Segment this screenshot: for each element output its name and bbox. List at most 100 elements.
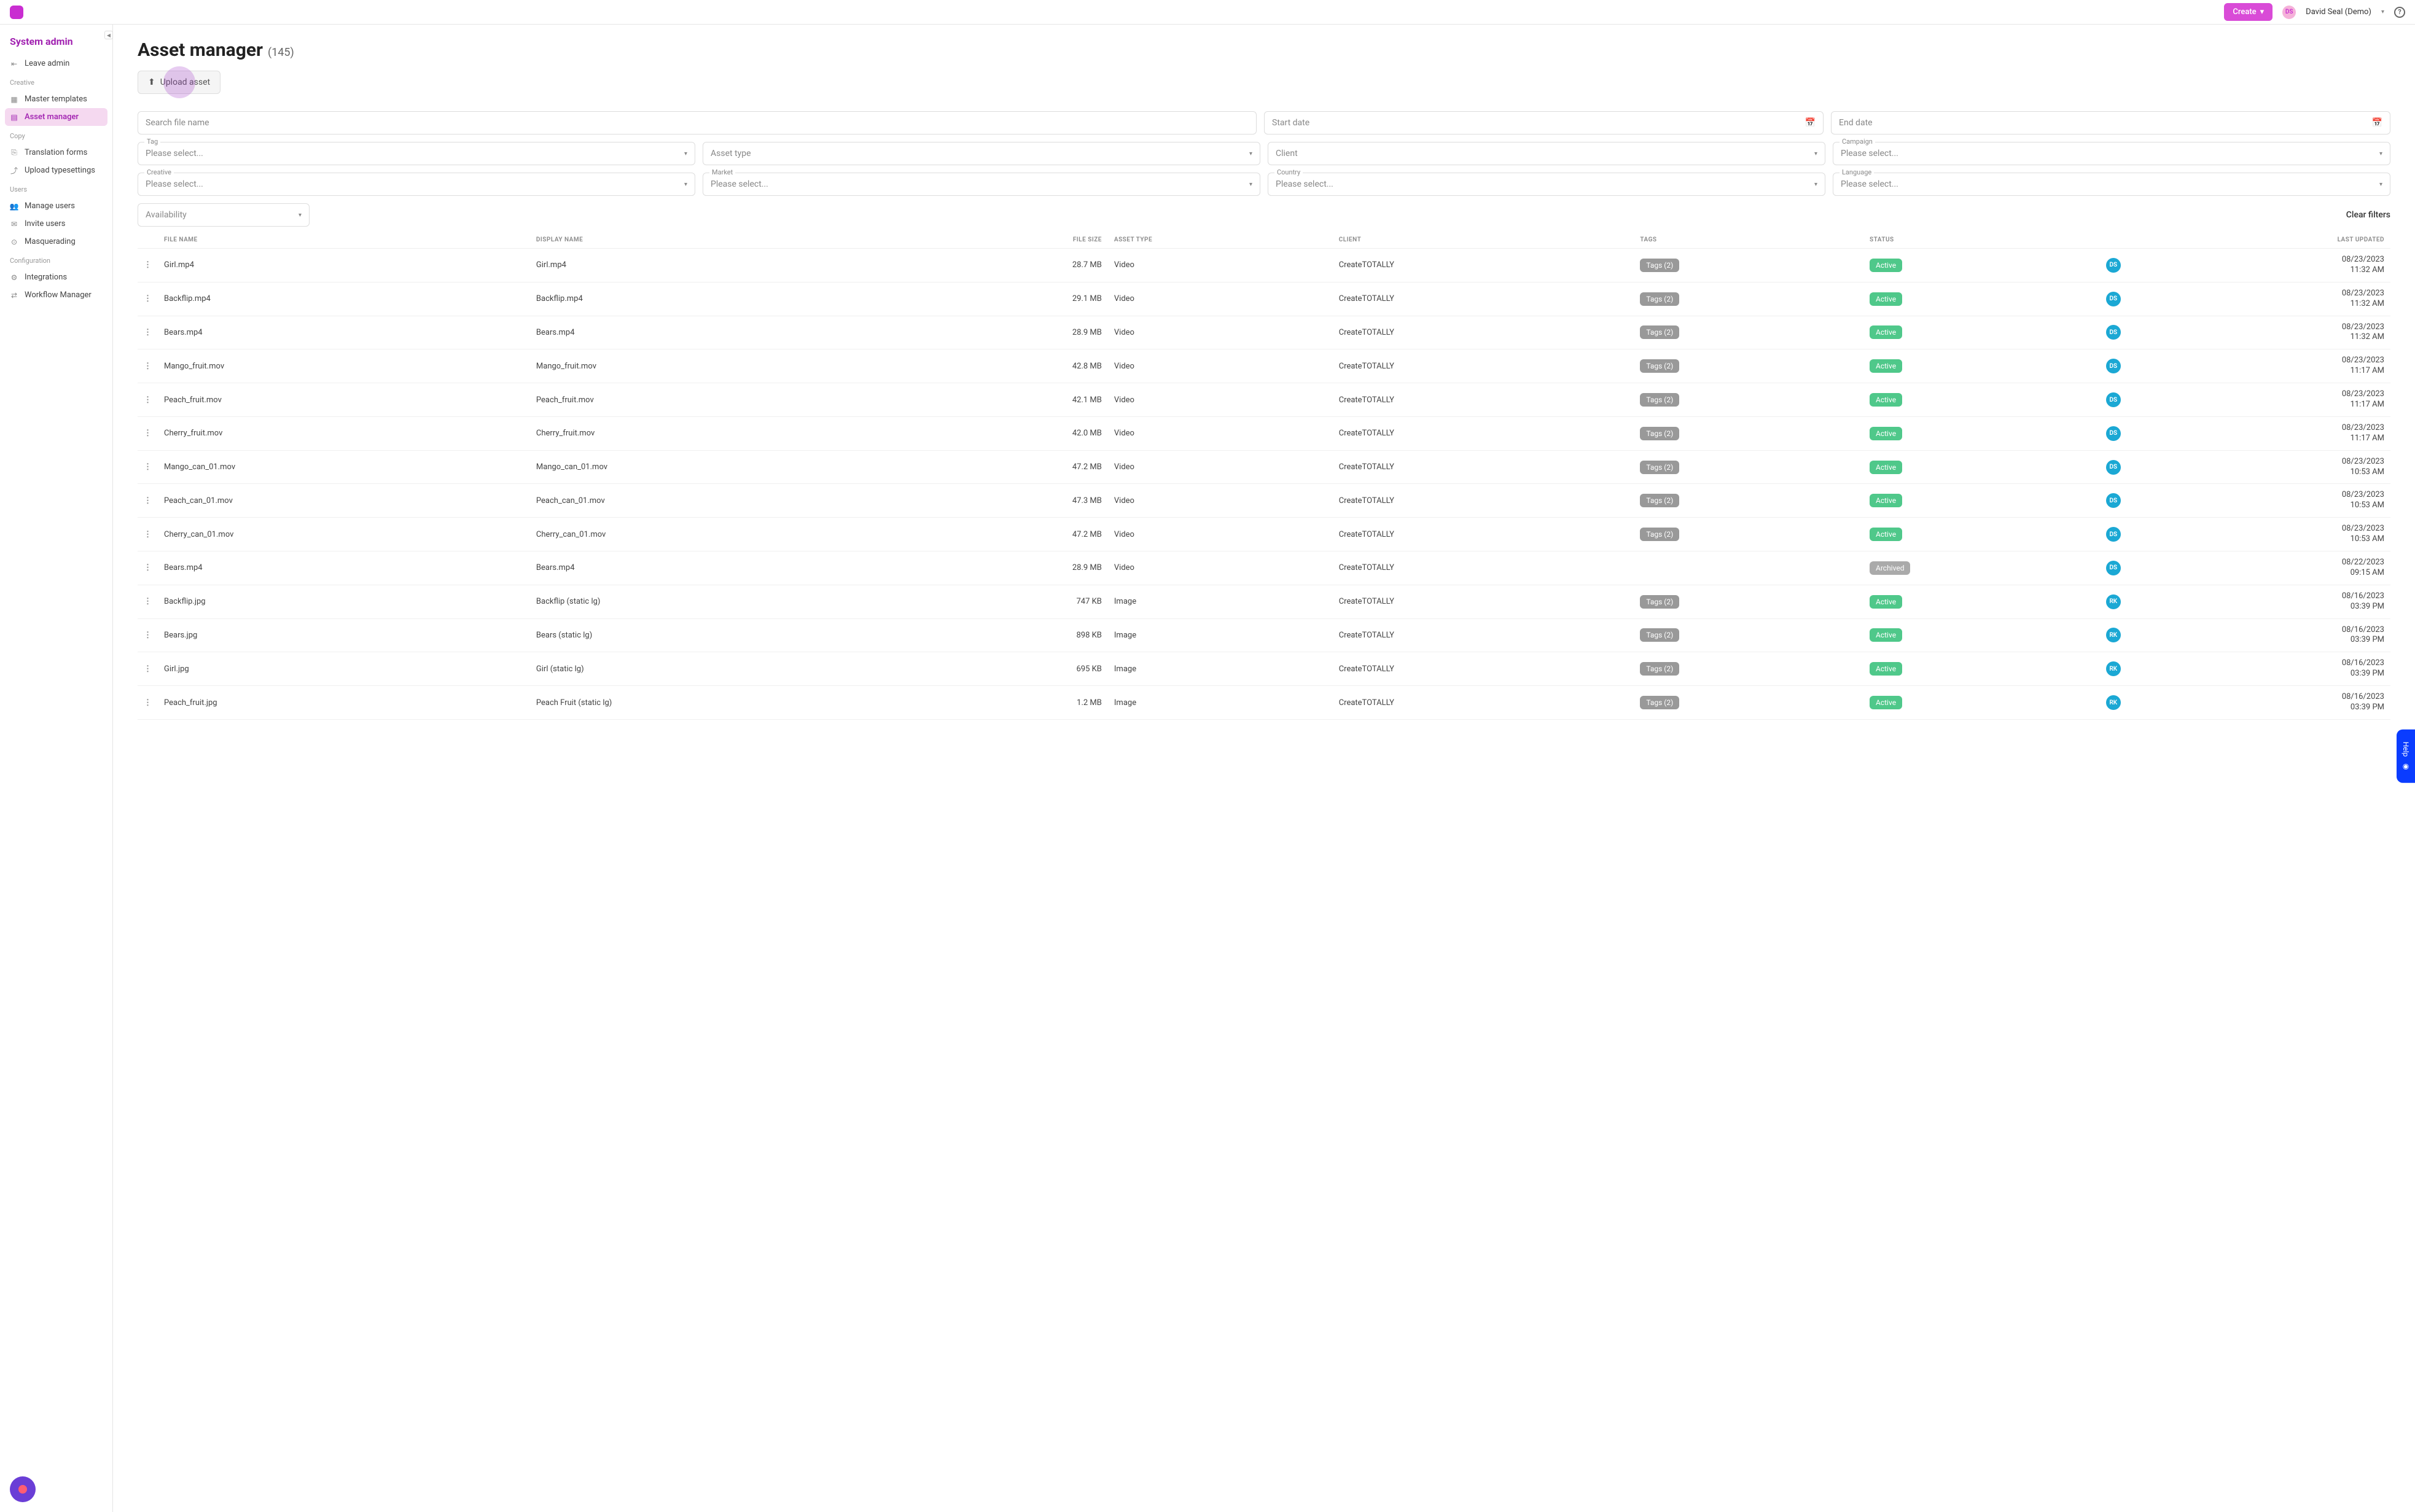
user-avatar-icon[interactable]: DS [2106,493,2121,508]
user-avatar-icon[interactable]: DS [2106,527,2121,542]
row-menu-icon[interactable]: ⋮ [144,597,152,606]
tags-badge[interactable]: Tags (2) [1640,427,1679,440]
sidebar-item-integrations[interactable]: ⚙ Integrations [0,268,112,286]
campaign-select[interactable]: Campaign Please select... ▾ [1833,142,2390,165]
table-row[interactable]: ⋮ Mango_fruit.mov Mango_fruit.mov 42.8 M… [138,349,2390,383]
user-avatar-icon[interactable]: RK [2106,695,2121,710]
language-select[interactable]: Language Please select... ▾ [1833,173,2390,196]
table-row[interactable]: ⋮ Bears.mp4 Bears.mp4 28.9 MB Video Crea… [138,316,2390,349]
sidebar-item-master-templates[interactable]: ▦ Master templates [0,90,112,108]
creative-select[interactable]: Creative Please select... ▾ [138,173,695,196]
user-avatar-icon[interactable]: DS [2106,460,2121,475]
tags-badge[interactable]: Tags (2) [1640,393,1679,407]
cell-asset-type: Video [1108,316,1333,349]
col-client[interactable]: CLIENT [1333,232,1634,249]
cell-display-name: Mango_can_01.mov [530,450,922,484]
table-row[interactable]: ⋮ Cherry_fruit.mov Cherry_fruit.mov 42.0… [138,416,2390,450]
col-asset-type[interactable]: ASSET TYPE [1108,232,1333,249]
table-row[interactable]: ⋮ Bears.jpg Bears (static lg) 898 KB Ima… [138,618,2390,652]
table-row[interactable]: ⋮ Bears.mp4 Bears.mp4 28.9 MB Video Crea… [138,551,2390,585]
sidebar-item-asset-manager[interactable]: ▤ Asset manager [5,108,107,126]
tags-badge[interactable]: Tags (2) [1640,461,1679,474]
user-avatar-icon[interactable]: DS [2106,325,2121,340]
row-menu-icon[interactable]: ⋮ [144,698,152,707]
table-row[interactable]: ⋮ Backflip.jpg Backflip (static lg) 747 … [138,585,2390,618]
user-avatar-icon[interactable]: DS [2106,392,2121,407]
start-date-input[interactable]: Start date 📅 [1264,111,1824,134]
row-menu-icon[interactable]: ⋮ [144,260,152,270]
client-select[interactable]: Client ▾ [1268,142,1825,165]
tags-badge[interactable]: Tags (2) [1640,259,1679,272]
app-logo-icon[interactable] [10,6,23,19]
sidebar-collapse-icon[interactable]: ◀ [104,31,113,39]
table-row[interactable]: ⋮ Peach_fruit.mov Peach_fruit.mov 42.1 M… [138,383,2390,417]
row-menu-icon[interactable]: ⋮ [144,362,152,371]
tags-badge[interactable]: Tags (2) [1640,528,1679,541]
user-avatar-icon[interactable]: DS [2106,258,2121,273]
sidebar-item-translation-forms[interactable]: ⎘ Translation forms [0,144,112,162]
updated-time: 03:39 PM [2133,635,2384,645]
row-menu-icon[interactable]: ⋮ [144,328,152,337]
user-name[interactable]: David Seal (Demo) [2306,7,2371,17]
tags-badge[interactable]: Tags (2) [1640,628,1679,642]
row-menu-icon[interactable]: ⋮ [144,631,152,640]
clear-filters-link[interactable]: Clear filters [2346,210,2390,220]
sidebar-item-manage-users[interactable]: 👥 Manage users [0,197,112,215]
user-avatar-icon[interactable]: RK [2106,628,2121,642]
create-button[interactable]: Create ▾ [2224,3,2273,21]
market-select[interactable]: Market Please select... ▾ [703,173,1260,196]
tags-badge[interactable]: Tags (2) [1640,494,1679,507]
asset-type-select[interactable]: Asset type ▾ [703,142,1260,165]
col-status[interactable]: STATUS [1863,232,2100,249]
user-avatar-icon[interactable]: RK [2106,594,2121,609]
upload-asset-button[interactable]: ⬆ Upload asset [138,71,220,94]
user-avatar-icon[interactable]: RK [2106,661,2121,676]
row-menu-icon[interactable]: ⋮ [144,396,152,405]
row-menu-icon[interactable]: ⋮ [144,496,152,505]
user-avatar-icon[interactable]: DS [2106,292,2121,306]
table-row[interactable]: ⋮ Backflip.mp4 Backflip.mp4 29.1 MB Vide… [138,282,2390,316]
tags-badge[interactable]: Tags (2) [1640,359,1679,373]
end-date-input[interactable]: End date 📅 [1831,111,2390,134]
tags-badge[interactable]: Tags (2) [1640,292,1679,306]
user-avatar-icon[interactable]: DS [2106,426,2121,441]
row-menu-icon[interactable]: ⋮ [144,530,152,539]
sidebar-item-label: Master templates [25,95,87,104]
sidebar-item-leave-admin[interactable]: ⇤ Leave admin [0,55,112,72]
tags-badge[interactable]: Tags (2) [1640,595,1679,609]
row-menu-icon[interactable]: ⋮ [144,429,152,438]
col-file-size[interactable]: FILE SIZE [922,232,1108,249]
table-row[interactable]: ⋮ Girl.mp4 Girl.mp4 28.7 MB Video Create… [138,249,2390,283]
col-tags[interactable]: TAGS [1634,232,1863,249]
col-last-updated[interactable]: LAST UPDATED [2127,232,2390,249]
col-display-name[interactable]: DISPLAY NAME [530,232,922,249]
sidebar-item-invite-users[interactable]: ✉ Invite users [0,215,112,233]
availability-select[interactable]: Availability ▾ [138,203,310,227]
table-row[interactable]: ⋮ Mango_can_01.mov Mango_can_01.mov 47.2… [138,450,2390,484]
tags-badge[interactable]: Tags (2) [1640,662,1679,676]
row-menu-icon[interactable]: ⋮ [144,294,152,303]
row-menu-icon[interactable]: ⋮ [144,664,152,674]
user-avatar-icon[interactable]: DS [2106,359,2121,373]
help-icon[interactable]: ? [2394,7,2405,18]
table-row[interactable]: ⋮ Peach_can_01.mov Peach_can_01.mov 47.3… [138,484,2390,518]
tags-badge[interactable]: Tags (2) [1640,696,1679,709]
row-menu-icon[interactable]: ⋮ [144,462,152,472]
sidebar-item-masquerading[interactable]: ⊙ Masquerading [0,233,112,251]
record-button[interactable] [10,1476,36,1502]
tag-select[interactable]: Tag Please select... ▾ [138,142,695,165]
table-row[interactable]: ⋮ Girl.jpg Girl (static lg) 695 KB Image… [138,652,2390,686]
col-file-name[interactable]: FILE NAME [158,232,530,249]
user-avatar-icon[interactable]: DS [2106,561,2121,575]
search-input[interactable]: Search file name [138,111,1257,134]
help-tab[interactable]: Help ◉ [2397,730,2415,783]
user-avatar[interactable]: DS [2282,6,2296,19]
row-menu-icon[interactable]: ⋮ [144,563,152,572]
table-row[interactable]: ⋮ Cherry_can_01.mov Cherry_can_01.mov 47… [138,518,2390,551]
sidebar-item-workflow-manager[interactable]: ⇄ Workflow Manager [0,286,112,304]
table-row[interactable]: ⋮ Peach_fruit.jpg Peach Fruit (static lg… [138,686,2390,720]
sidebar-item-upload-typesettings[interactable]: ⤴ Upload typesettings [0,162,112,179]
tags-badge[interactable]: Tags (2) [1640,325,1679,339]
chevron-down-icon[interactable]: ▾ [2381,9,2384,15]
country-select[interactable]: Country Please select... ▾ [1268,173,1825,196]
